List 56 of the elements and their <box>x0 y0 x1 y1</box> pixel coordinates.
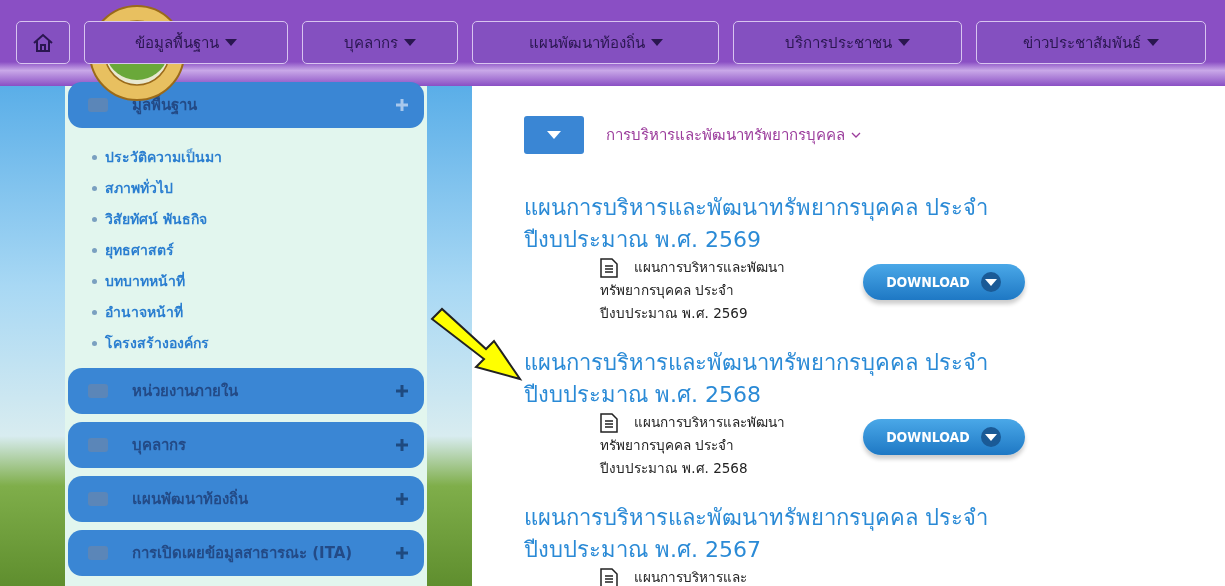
nav-menu-item[interactable]: ข่าวประชาสัมพันธ์ <box>976 21 1206 64</box>
document-title[interactable]: แผนการบริหารและพัฒนาทรัพยากรบุคคล ประจำปีงบประมาณ พ.ศ. 2567 <box>524 502 1084 566</box>
caret-icon <box>979 426 1002 448</box>
menu-icon <box>88 546 108 560</box>
sidebar-link[interactable]: สภาพทั่วไป <box>92 177 173 199</box>
nav-menu-item[interactable]: บุคลากร <box>302 21 458 64</box>
dropdown-button[interactable] <box>524 116 584 154</box>
plus-icon <box>396 439 408 451</box>
sidebar-section-header[interactable]: มูลพื้นฐาน <box>68 82 424 128</box>
document-icon <box>600 258 618 278</box>
category-link[interactable]: การบริหารและพัฒนาทรัพยากรบุคคล <box>606 123 845 147</box>
sidebar-link[interactable]: บทบาทหน้าที่ <box>92 270 185 292</box>
caret-icon <box>898 39 910 46</box>
caret-icon <box>1147 39 1159 46</box>
caret-icon <box>650 39 663 46</box>
section-label: หน่วยงานภายใน <box>132 381 239 402</box>
document-icon <box>600 413 618 433</box>
menu-icon <box>88 438 108 452</box>
file-description: แผนการบริหารและพัฒนาทรัพยากรบุคคล ประจำปีงบประมาณ พ.ศ. 2569 <box>600 257 786 323</box>
sidebar-link[interactable]: โครงสร้างองค์กร <box>92 332 209 354</box>
chevron-down-icon <box>851 132 861 138</box>
file-description: แผนการบริหารและ <box>600 566 805 586</box>
document-title[interactable]: แผนการบริหารและพัฒนาทรัพยากรบุคคล ประจำปีงบประมาณ พ.ศ. 2568 <box>524 347 1084 411</box>
plus-icon <box>396 385 408 397</box>
menu-icon <box>88 492 108 506</box>
document-icon <box>600 568 618 586</box>
document-title[interactable]: แผนการบริหารและพัฒนาทรัพยากรบุคคล ประจำปีงบประมาณ พ.ศ. 2569 <box>524 192 1084 256</box>
nav-menu-item[interactable]: แผนพัฒนาท้องถิ่น <box>472 21 719 64</box>
plus-icon <box>396 547 408 559</box>
download-button[interactable]: DOWNLOAD <box>863 264 1025 300</box>
sidebar-link[interactable]: ยุทธศาสตร์ <box>92 239 174 261</box>
home-button[interactable] <box>16 21 70 64</box>
section-label: การเปิดเผยข้อมูลสาธารณะ (ITA) <box>132 543 354 565</box>
caret-icon <box>404 39 416 46</box>
download-button[interactable]: DOWNLOAD <box>863 419 1025 455</box>
caret-icon <box>225 39 237 46</box>
menu-icon <box>88 98 108 112</box>
nav-menu-item[interactable]: บริการประชาชน <box>733 21 962 64</box>
plus-icon <box>396 99 408 111</box>
sidebar-section-header[interactable]: แผนพัฒนาท้องถิ่น <box>68 476 424 522</box>
sidebar-link[interactable]: ประวัติความเป็นมา <box>92 146 222 168</box>
section-label: มูลพื้นฐาน <box>132 93 198 117</box>
plus-icon <box>396 493 408 505</box>
sidebar-section-header[interactable]: บุคลากร <box>68 422 424 468</box>
section-label: บุคลากร <box>132 435 187 457</box>
sidebar-section-header[interactable]: หน่วยงานภายใน <box>68 368 424 414</box>
sidebar-link[interactable]: อำนาจหน้าที่ <box>92 301 183 323</box>
sidebar-link[interactable]: วิสัยทัศน์ พันธกิจ <box>92 208 207 230</box>
nav-menu-item[interactable]: ข้อมูลพื้นฐาน <box>84 21 288 64</box>
sidebar-section-header[interactable]: การเปิดเผยข้อมูลสาธารณะ (ITA) <box>68 530 424 576</box>
menu-icon <box>88 384 108 398</box>
caret-icon <box>547 131 561 139</box>
home-icon <box>32 32 54 53</box>
caret-icon <box>979 271 1002 293</box>
file-description: แผนการบริหารและพัฒนาทรัพยากรบุคคล ประจำปีงบประมาณ พ.ศ. 2568 <box>600 412 786 478</box>
section-label: แผนพัฒนาท้องถิ่น <box>132 487 249 510</box>
